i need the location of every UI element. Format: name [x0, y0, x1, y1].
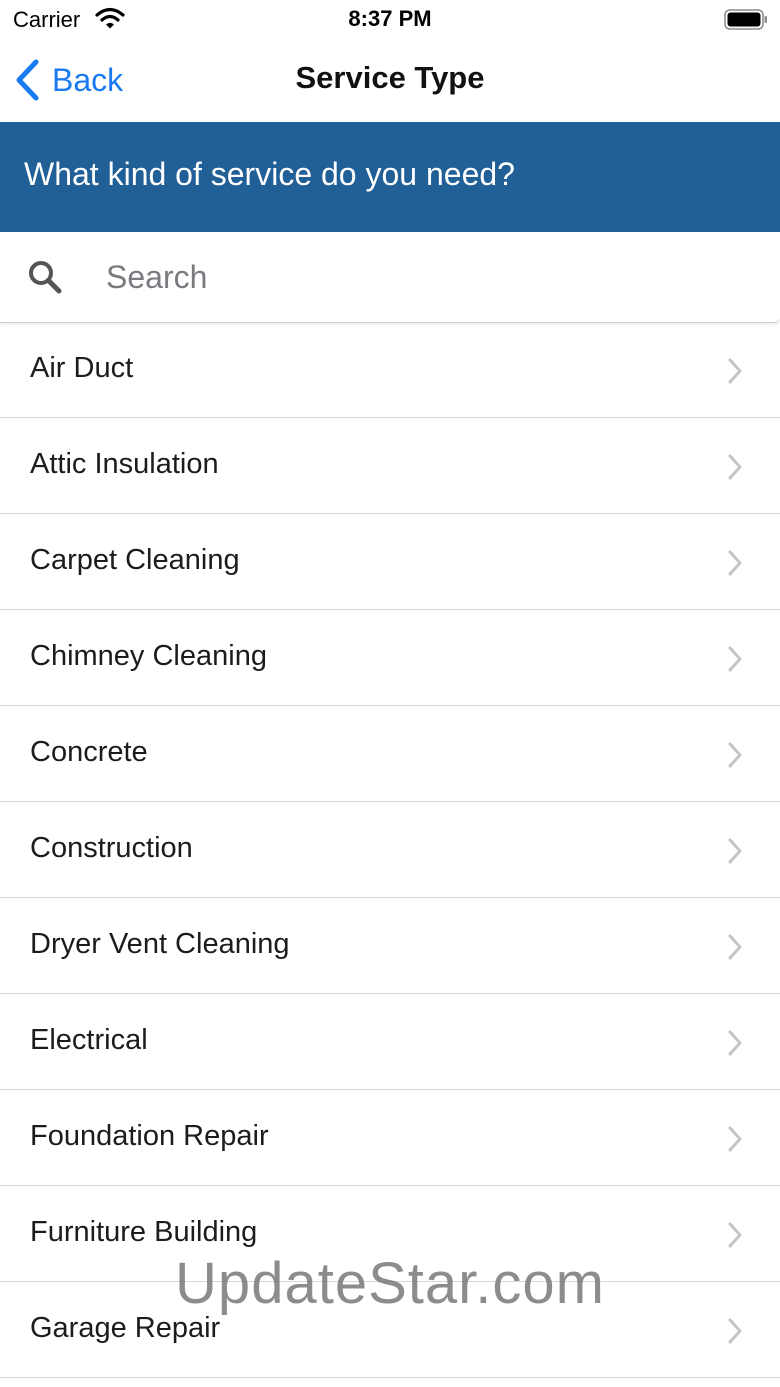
question-banner: What kind of service do you need? — [0, 122, 780, 232]
chevron-right-icon — [728, 1126, 742, 1152]
list-item-label: Electrical — [30, 1024, 148, 1056]
list-item[interactable]: Carpet Cleaning — [0, 514, 780, 610]
chevron-right-icon — [728, 1222, 742, 1248]
chevron-right-icon — [728, 550, 742, 576]
list-item[interactable]: Furniture Building — [0, 1186, 780, 1282]
list-item-label: Chimney Cleaning — [30, 640, 267, 672]
chevron-right-icon — [728, 1318, 742, 1344]
list-item-label: Construction — [30, 832, 193, 864]
list-item[interactable]: Construction — [0, 802, 780, 898]
list-item[interactable]: Foundation Repair — [0, 1090, 780, 1186]
chevron-right-icon — [728, 838, 742, 864]
list-item-label: Air Duct — [30, 352, 134, 384]
status-time: 8:37 PM — [348, 6, 432, 31]
list-item[interactable]: Chimney Cleaning — [0, 610, 780, 706]
chevron-right-icon — [728, 454, 742, 480]
list-item-label: Attic Insulation — [30, 448, 219, 480]
banner-text: What kind of service do you need? — [24, 156, 515, 192]
chevron-right-icon — [728, 742, 742, 768]
list-item[interactable]: Dryer Vent Cleaning — [0, 898, 780, 994]
chevron-right-icon — [728, 1030, 742, 1056]
list-item-label: Concrete — [30, 736, 148, 768]
chevron-right-icon — [728, 646, 742, 672]
list-item[interactable]: Attic Insulation — [0, 418, 780, 514]
list-item[interactable]: Garage Repair — [0, 1282, 780, 1378]
search-input[interactable] — [106, 254, 746, 300]
list-item[interactable]: Concrete — [0, 706, 780, 802]
page-title: Service Type — [295, 60, 485, 95]
service-list: Air Duct Attic Insulation Carpet Cleaning C… — [0, 322, 780, 1378]
list-item-label: Carpet Cleaning — [30, 544, 240, 576]
list-item-label: Furniture Building — [30, 1216, 258, 1248]
chevron-right-icon — [728, 934, 742, 960]
list-item-label: Garage Repair — [30, 1312, 221, 1344]
list-item-label: Foundation Repair — [30, 1120, 269, 1152]
navigation-bar: Back Service Type — [0, 40, 780, 122]
search-icon — [29, 261, 62, 294]
list-item[interactable]: Air Duct — [0, 322, 780, 418]
status-bar: Carrier 8:37 PM — [0, 0, 780, 40]
list-item-label: Dryer Vent Cleaning — [30, 928, 290, 960]
search-bar — [0, 232, 780, 323]
battery-icon — [724, 9, 767, 30]
list-item[interactable]: Electrical — [0, 994, 780, 1090]
chevron-right-icon — [728, 358, 742, 384]
